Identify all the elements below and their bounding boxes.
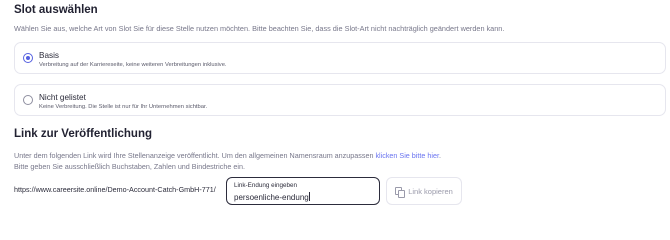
slot-option-nicht-gelistet[interactable]: Nicht gelistet Keine Verbreitung. Die St… bbox=[14, 84, 666, 116]
link-description-hint: Bitte geben Sie ausschließlich Buchstabe… bbox=[14, 162, 245, 171]
slot-option-basis[interactable]: Basis Verbreitung auf der Karriereseite,… bbox=[14, 42, 666, 74]
link-ending-label: Link-Endung eingeben bbox=[234, 182, 298, 189]
link-ending-value-wrap[interactable]: persoenliche-endung bbox=[234, 192, 310, 202]
copy-icon bbox=[395, 186, 406, 198]
link-ending-input[interactable]: Link-Endung eingeben persoenliche-endung bbox=[226, 177, 380, 205]
link-section-description: Unter dem folgenden Link wird Ihre Stell… bbox=[14, 150, 634, 172]
page: Slot auswählen Wählen Sie aus, welche Ar… bbox=[0, 0, 670, 213]
slot-option-description: Keine Verbreitung. Die Stelle ist nur fü… bbox=[39, 104, 208, 110]
slot-section-subtitle: Wählen Sie aus, welche Art von Slot Sie … bbox=[14, 24, 505, 33]
slot-option-title: Basis bbox=[39, 51, 60, 60]
slot-option-description: Verbreitung auf der Karriereseite, keine… bbox=[39, 62, 227, 68]
link-section-title: Link zur Veröffentlichung bbox=[14, 128, 153, 140]
text-caret bbox=[308, 192, 310, 201]
link-ending-value[interactable]: persoenliche-endung bbox=[234, 193, 309, 202]
slot-option-title: Nicht gelistet bbox=[39, 93, 86, 102]
radio-basis[interactable] bbox=[23, 53, 33, 63]
url-prefix: https://www.careersite.online/Demo-Accou… bbox=[14, 185, 216, 194]
radio-nicht-gelistet[interactable] bbox=[23, 95, 33, 105]
copy-link-label: Link kopieren bbox=[408, 186, 453, 196]
link-description-punct: . bbox=[438, 151, 441, 160]
copy-link-button[interactable]: Link kopieren bbox=[386, 177, 462, 205]
slot-section-title: Slot auswählen bbox=[14, 4, 98, 16]
link-description-text: Unter dem folgenden Link wird Ihre Stell… bbox=[14, 151, 374, 160]
namespace-link[interactable]: klicken Sie bitte hier bbox=[375, 151, 439, 160]
